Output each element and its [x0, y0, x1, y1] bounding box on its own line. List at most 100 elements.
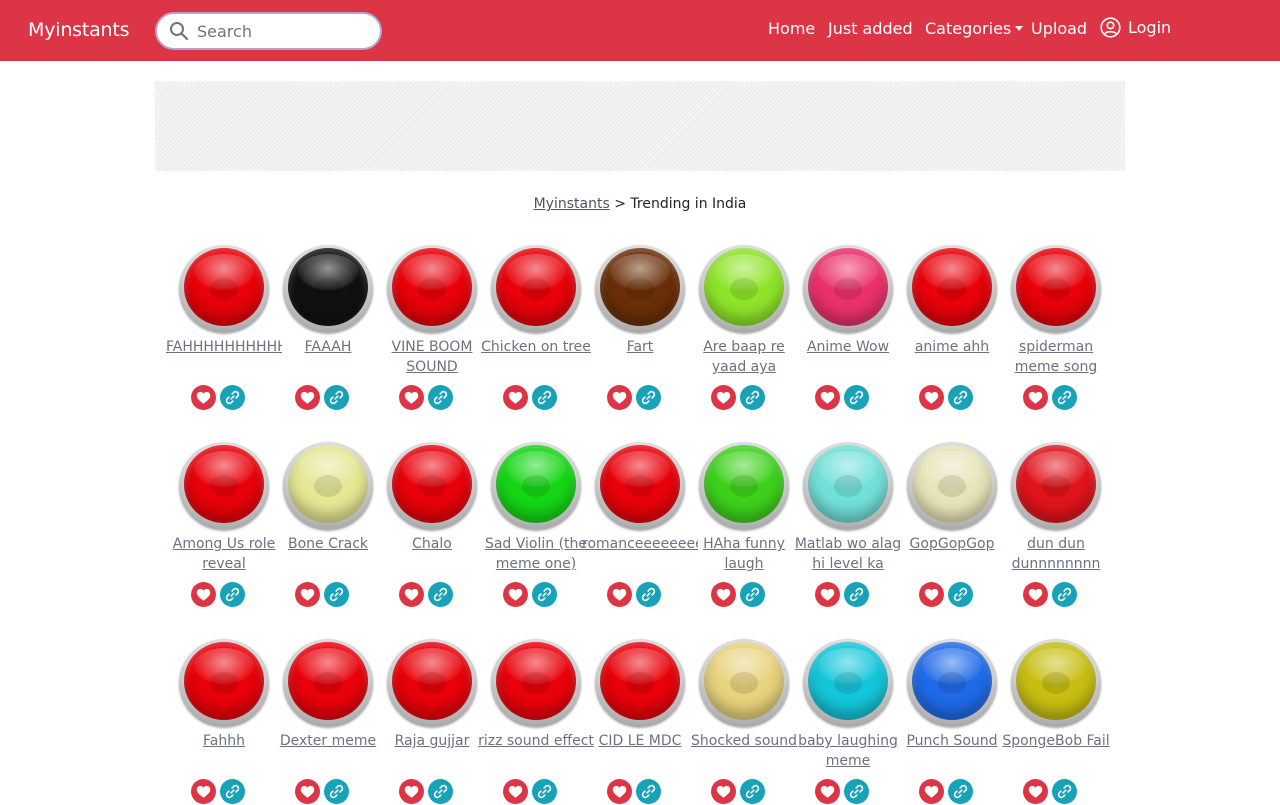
favorite-button[interactable]	[815, 779, 840, 804]
instant-play-button[interactable]	[907, 245, 997, 333]
search-input[interactable]	[197, 21, 367, 41]
instant-play-button[interactable]	[179, 639, 269, 727]
nav-upload[interactable]: Upload	[1031, 19, 1087, 38]
instant-title-link[interactable]: Chalo	[374, 534, 490, 554]
instant-title-link[interactable]: spiderman meme song	[998, 337, 1114, 377]
favorite-button[interactable]	[295, 779, 320, 804]
instant-title-link[interactable]: Punch Sound	[894, 731, 1010, 751]
favorite-button[interactable]	[1023, 582, 1048, 607]
instant-title-link[interactable]: FAAAH	[270, 337, 386, 357]
favorite-button[interactable]	[1023, 779, 1048, 804]
instant-play-button[interactable]	[283, 245, 373, 333]
favorite-button[interactable]	[399, 385, 424, 410]
copy-link-button[interactable]	[1052, 779, 1077, 804]
favorite-button[interactable]	[191, 779, 216, 804]
copy-link-button[interactable]	[428, 385, 453, 410]
nav-home[interactable]: Home	[768, 19, 815, 38]
instant-play-button[interactable]	[699, 639, 789, 727]
instant-title-link[interactable]: anime ahh	[894, 337, 1010, 357]
instant-play-button[interactable]	[491, 639, 581, 727]
copy-link-button[interactable]	[428, 779, 453, 804]
instant-title-link[interactable]: Among Us role reveal	[166, 534, 282, 574]
instant-title-link[interactable]: CID LE MDC	[582, 731, 698, 751]
copy-link-button[interactable]	[324, 779, 349, 804]
copy-link-button[interactable]	[532, 385, 557, 410]
copy-link-button[interactable]	[948, 385, 973, 410]
favorite-button[interactable]	[711, 582, 736, 607]
copy-link-button[interactable]	[740, 779, 765, 804]
copy-link-button[interactable]	[220, 582, 245, 607]
instant-play-button[interactable]	[699, 245, 789, 333]
copy-link-button[interactable]	[636, 582, 661, 607]
instant-play-button[interactable]	[595, 639, 685, 727]
instant-play-button[interactable]	[803, 442, 893, 530]
favorite-button[interactable]	[295, 582, 320, 607]
instant-title-link[interactable]: Shocked sound	[686, 731, 802, 751]
copy-link-button[interactable]	[948, 779, 973, 804]
instant-play-button[interactable]	[179, 442, 269, 530]
instant-title-link[interactable]: Chicken on tree	[478, 337, 594, 357]
favorite-button[interactable]	[191, 582, 216, 607]
copy-link-button[interactable]	[1052, 582, 1077, 607]
favorite-button[interactable]	[607, 582, 632, 607]
instant-play-button[interactable]	[803, 245, 893, 333]
instant-title-link[interactable]: Anime Wow	[790, 337, 906, 357]
favorite-button[interactable]	[399, 582, 424, 607]
favorite-button[interactable]	[711, 779, 736, 804]
instant-play-button[interactable]	[387, 245, 477, 333]
instant-play-button[interactable]	[283, 442, 373, 530]
copy-link-button[interactable]	[532, 582, 557, 607]
instant-play-button[interactable]	[595, 245, 685, 333]
favorite-button[interactable]	[503, 385, 528, 410]
instant-title-link[interactable]: GopGopGop	[894, 534, 1010, 554]
instant-title-link[interactable]: Dexter meme	[270, 731, 386, 751]
favorite-button[interactable]	[607, 385, 632, 410]
copy-link-button[interactable]	[740, 582, 765, 607]
instant-title-link[interactable]: HAha funny laugh	[686, 534, 802, 574]
nav-just-added[interactable]: Just added	[828, 19, 913, 38]
copy-link-button[interactable]	[636, 779, 661, 804]
favorite-button[interactable]	[295, 385, 320, 410]
favorite-button[interactable]	[1023, 385, 1048, 410]
instant-title-link[interactable]: SpongeBob Fail	[998, 731, 1114, 751]
breadcrumb-home-link[interactable]: Myinstants	[534, 196, 610, 212]
copy-link-button[interactable]	[844, 779, 869, 804]
instant-play-button[interactable]	[595, 442, 685, 530]
instant-play-button[interactable]	[387, 442, 477, 530]
copy-link-button[interactable]	[844, 582, 869, 607]
instant-title-link[interactable]: Matlab wo alag hi level ka	[790, 534, 906, 574]
instant-play-button[interactable]	[1011, 442, 1101, 530]
instant-play-button[interactable]	[491, 245, 581, 333]
instant-title-link[interactable]: baby laughing meme	[790, 731, 906, 771]
instant-title-link[interactable]: FAHHHHHHHHHHHHHH	[166, 337, 282, 357]
copy-link-button[interactable]	[636, 385, 661, 410]
copy-link-button[interactable]	[324, 582, 349, 607]
instant-play-button[interactable]	[491, 442, 581, 530]
instant-play-button[interactable]	[699, 442, 789, 530]
favorite-button[interactable]	[399, 779, 424, 804]
instant-play-button[interactable]	[907, 639, 997, 727]
favorite-button[interactable]	[815, 582, 840, 607]
instant-title-link[interactable]: Raja gujjar	[374, 731, 490, 751]
instant-title-link[interactable]: VINE BOOM SOUND	[374, 337, 490, 377]
instant-play-button[interactable]	[1011, 639, 1101, 727]
favorite-button[interactable]	[919, 779, 944, 804]
copy-link-button[interactable]	[1052, 385, 1077, 410]
favorite-button[interactable]	[919, 385, 944, 410]
favorite-button[interactable]	[919, 582, 944, 607]
instant-title-link[interactable]: Fart	[582, 337, 698, 357]
copy-link-button[interactable]	[532, 779, 557, 804]
brand-logo[interactable]: Myinstants	[28, 19, 130, 41]
instant-play-button[interactable]	[803, 639, 893, 727]
nav-categories-dropdown[interactable]: Categories	[925, 19, 1024, 38]
search-box[interactable]	[155, 12, 382, 50]
copy-link-button[interactable]	[220, 385, 245, 410]
instant-play-button[interactable]	[283, 639, 373, 727]
favorite-button[interactable]	[503, 779, 528, 804]
copy-link-button[interactable]	[844, 385, 869, 410]
copy-link-button[interactable]	[324, 385, 349, 410]
instant-play-button[interactable]	[179, 245, 269, 333]
copy-link-button[interactable]	[740, 385, 765, 410]
favorite-button[interactable]	[607, 779, 632, 804]
instant-play-button[interactable]	[907, 442, 997, 530]
